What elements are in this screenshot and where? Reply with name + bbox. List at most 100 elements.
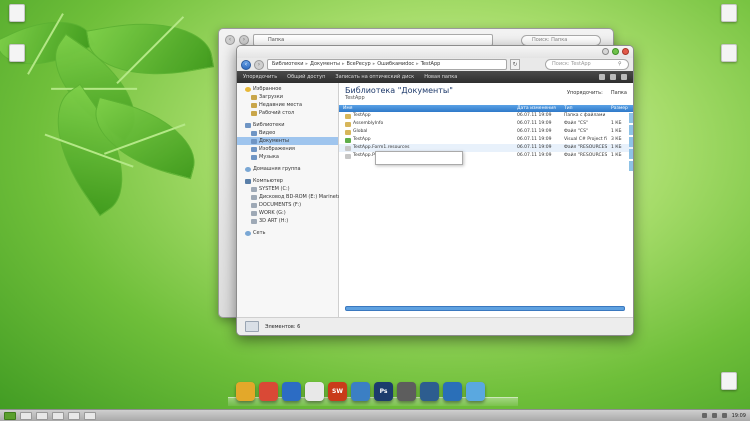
breadcrumb-item[interactable]: TestApp [421, 61, 441, 67]
breadcrumb-separator-icon[interactable]: ▸ [373, 61, 376, 67]
volume-icon[interactable] [711, 413, 717, 418]
nav-drive[interactable]: SYSTEM (C:) [237, 185, 338, 193]
swish-icon[interactable]: SW [328, 381, 347, 401]
nav-item-video[interactable]: Видео [237, 129, 338, 137]
nav-libraries[interactable]: Библиотеки [237, 121, 338, 129]
drive-icon [251, 202, 257, 208]
desktop-icon[interactable] [716, 44, 742, 64]
taskbar-item[interactable] [20, 411, 32, 420]
column-header-size[interactable]: Размер [607, 105, 633, 112]
taskbar-item[interactable] [84, 411, 96, 420]
network-icon[interactable] [466, 381, 485, 401]
nav-item-desktop[interactable]: Рабочий стол [237, 109, 338, 117]
new-folder-button[interactable]: Новая папка [424, 74, 457, 80]
close-button[interactable] [622, 48, 629, 55]
file-type: Файл "CS" [564, 129, 589, 134]
help-icon[interactable] [621, 74, 627, 80]
photoshop-icon[interactable]: Ps [374, 381, 393, 401]
file-name: TestApp [353, 113, 371, 118]
nav-favorites[interactable]: Избранное [237, 85, 338, 93]
maximize-button[interactable] [612, 48, 619, 55]
breadcrumb-item[interactable]: Ошибкамиdoc [377, 61, 414, 67]
arrange-dropdown[interactable]: Папка [611, 90, 627, 96]
search-input[interactable]: Поиск: TestApp ⚲ [545, 59, 629, 70]
minimize-button[interactable] [602, 48, 609, 55]
clock[interactable]: 19:09 [732, 413, 746, 419]
taskbar-item[interactable] [52, 411, 64, 420]
organize-button[interactable]: Упорядочить [243, 74, 277, 80]
record-icon[interactable] [305, 381, 324, 401]
tray-icon[interactable] [701, 413, 707, 418]
nav-drive[interactable]: Дисковод BD-ROM (E:) Marinetun [237, 193, 344, 201]
taskbar-item[interactable] [68, 411, 80, 420]
nav-network[interactable]: Сеть [237, 229, 338, 237]
forward-arrow-icon[interactable]: › [239, 35, 249, 45]
taskbar-item[interactable] [36, 411, 48, 420]
column-header-name[interactable]: Имя [339, 105, 513, 112]
library-icon [245, 122, 251, 128]
share-button[interactable]: Общий доступ [287, 74, 325, 80]
file-list-pane: Библиотека "Документы" TestApp Упорядочи… [339, 83, 633, 317]
disc-drive-icon [251, 194, 257, 200]
game-icon[interactable] [282, 381, 301, 401]
breadcrumb-separator-icon[interactable]: ▸ [416, 61, 419, 67]
cinema4d-icon[interactable] [420, 381, 439, 401]
forward-arrow-icon[interactable]: › [254, 59, 264, 70]
search-input[interactable]: Поиск: Папка [521, 34, 601, 46]
network-icon [245, 230, 251, 236]
desktop-icon[interactable] [4, 44, 30, 64]
recycle-bin-icon[interactable] [716, 372, 742, 392]
breadcrumb-item[interactable]: Библиотеки [272, 61, 304, 67]
file-row[interactable]: TestApp 06.07.11 19:09 Папка с файлами [339, 112, 633, 120]
title-bar[interactable] [237, 46, 633, 58]
start-button[interactable] [4, 411, 16, 420]
breadcrumb-item[interactable]: ВсеРесур [346, 61, 370, 67]
refresh-icon[interactable]: ↻ [510, 59, 520, 70]
breadcrumb-item[interactable]: Документы [310, 61, 340, 67]
back-arrow-icon[interactable]: ‹ [225, 35, 235, 45]
vertical-scrollbar[interactable] [629, 113, 633, 233]
file-name: Global [353, 129, 368, 134]
breadcrumb-separator-icon[interactable]: ▸ [342, 61, 345, 67]
view-icon[interactable] [599, 74, 605, 80]
system-tray: 19:09 [701, 413, 746, 419]
back-arrow-icon[interactable]: ‹ [241, 59, 251, 70]
desktop-icon[interactable] [716, 4, 742, 24]
address-bar[interactable]: Библиотеки ▸ Документы ▸ ВсеРесур ▸ Ошибкамиdo… [267, 59, 507, 70]
nav-homegroup[interactable]: Домашняя группа [237, 165, 338, 173]
nav-item-documents[interactable]: Документы [237, 137, 338, 145]
folder-icon [251, 102, 257, 108]
nav-drive[interactable]: WORK (G:) [237, 209, 338, 217]
video-icon [251, 130, 257, 136]
explorer-window[interactable]: ‹ › Библиотеки ▸ Документы ▸ ВсеРесур ▸ Ошибка… [236, 45, 634, 336]
file-row[interactable]: TestApp 06.07.11 19:09 Visual C# Project f… [339, 136, 633, 144]
horizontal-scrollbar[interactable] [345, 306, 625, 311]
nav-item-music[interactable]: Музыка [237, 153, 338, 161]
paint-icon[interactable] [351, 381, 370, 401]
arrange-label: Упорядочить: [566, 90, 603, 96]
windows-explorer-icon[interactable] [236, 381, 255, 401]
nav-item-downloads[interactable]: Загрузки [237, 93, 338, 101]
nav-item-recent[interactable]: Недавние места [237, 101, 338, 109]
breadcrumb-separator-icon[interactable]: ▸ [306, 61, 309, 67]
file-icon [345, 153, 351, 159]
file-row[interactable]: Global 06.07.11 19:09 Файл "CS" 1 КБ [339, 128, 633, 136]
item-count: Элементов: 6 [265, 323, 301, 330]
file-icon [345, 129, 351, 135]
column-header-date[interactable]: Дата изменения [513, 105, 560, 112]
file-date: 06.07.11 19:09 [517, 137, 552, 142]
preview-pane-icon[interactable] [610, 74, 616, 80]
nav-drive[interactable]: 3D ART (H:) [237, 217, 338, 225]
file-type: Папка с файлами [564, 113, 606, 118]
nav-computer[interactable]: Компьютер [237, 177, 338, 185]
column-header-type[interactable]: Тип [560, 105, 607, 112]
network-icon[interactable] [721, 413, 727, 418]
sketch-icon[interactable] [397, 381, 416, 401]
burn-button[interactable]: Записать на оптический диск [335, 74, 414, 80]
chrome-icon[interactable] [259, 381, 278, 401]
nav-item-pictures[interactable]: Изображения [237, 145, 338, 153]
globe-icon[interactable] [443, 381, 462, 401]
nav-drive[interactable]: DOCUMENTS (F:) [237, 201, 338, 209]
computer-desktop-icon[interactable] [4, 4, 30, 24]
file-row[interactable]: AssemblyInfo 06.07.11 19:09 Файл "CS" 1 КБ [339, 120, 633, 128]
